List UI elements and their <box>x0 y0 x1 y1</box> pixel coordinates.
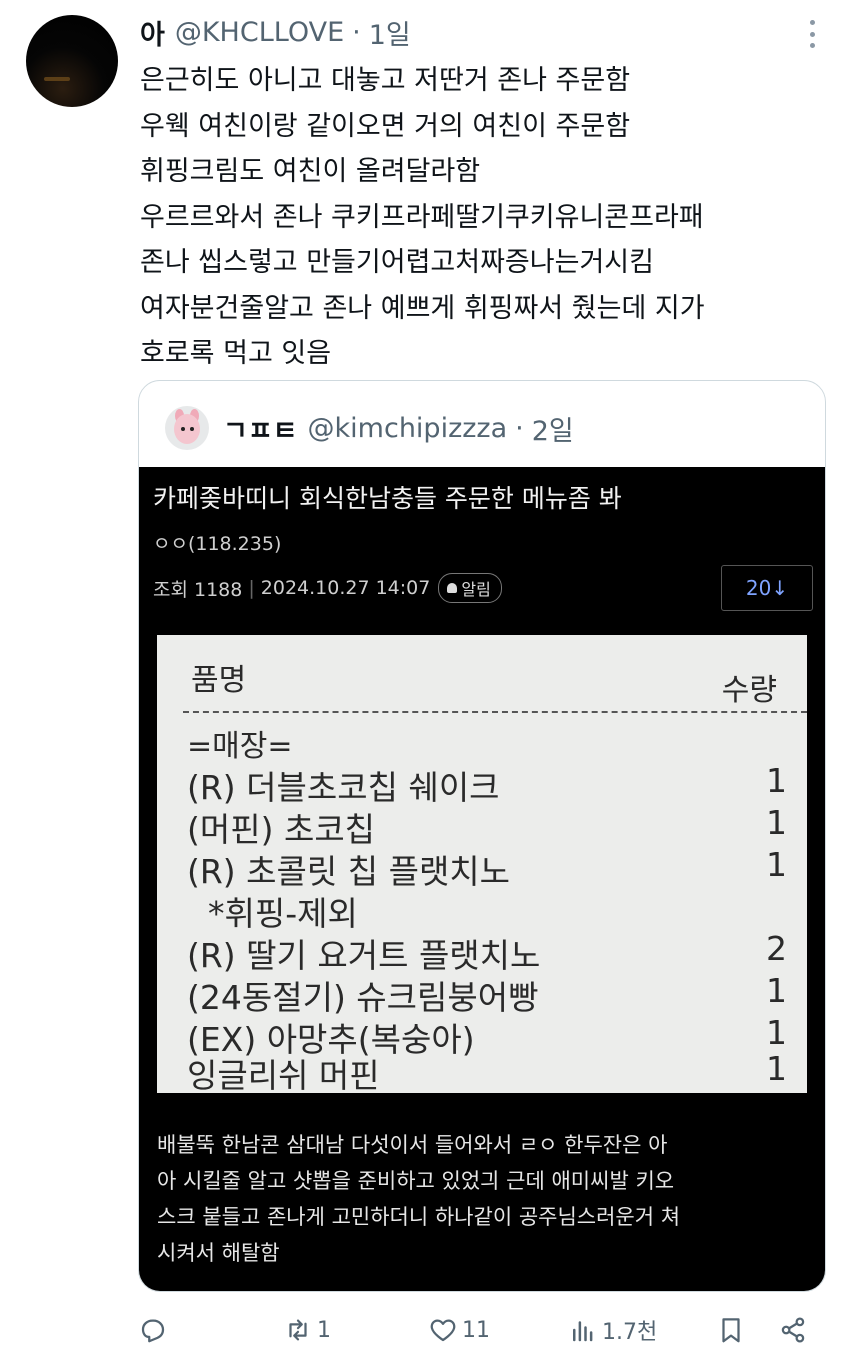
tweet-line: 우웩 여친이랑 같이오면 거의 여친이 주문함 <box>140 110 631 142</box>
quoted-display-name: ㄱㅍㅌ <box>223 415 298 447</box>
receipt-item-header: 품명 <box>191 663 247 698</box>
like-button[interactable]: 11 <box>428 1308 490 1352</box>
post-author: ㅇㅇ(118.235) <box>153 533 282 555</box>
tweet-line: 존나 씹스렇고 만들기어렵고처짜증나는거시킴 <box>140 247 654 278</box>
post-alarm-badge: 알림 <box>438 573 502 603</box>
views-count: 1.7천 <box>602 1320 658 1345</box>
post-comments-button: 20↓ <box>721 565 813 611</box>
receipt-qty: 1 <box>766 1013 787 1052</box>
tweet-line: 은근히도 아니고 대놓고 저딴거 존나 주문함 <box>140 65 631 96</box>
receipt-item: (R) 더블초코칩 쉐이크 <box>187 768 500 807</box>
quoted-tweet-header: ㄱㅍㅌ @kimchipizzza · 2일 <box>165 403 574 453</box>
more-options-icon[interactable] <box>808 20 816 48</box>
quoted-tweet-time: 2일 <box>531 415 574 447</box>
views-icon <box>573 1321 593 1342</box>
receipt-row: (24동절기) 슈크림붕어빵 1 <box>187 971 787 1017</box>
receipt-item: (머핀) 초코칩 <box>187 810 376 849</box>
post-body-line: 아 시킬줄 알고 샷뽑을 준비하고 있었긔 근데 애미씨발 키오 <box>157 1169 675 1193</box>
receipt-divider <box>183 711 807 713</box>
heart-icon <box>430 1319 456 1342</box>
receipt-qty: 1 <box>766 971 787 1010</box>
bookmark-button[interactable] <box>716 1308 746 1352</box>
post-title: 카페좆바띠니 회식한남충들 주문한 메뉴좀 봐 <box>153 484 622 513</box>
receipt-qty: 2 <box>766 929 787 968</box>
tweet-actions: 1 11 1.7천 <box>138 1308 818 1352</box>
header-separator: · <box>352 16 361 48</box>
post-body-line: 배불뚝 한남콘 삼대남 다섯이서 들어와서 ㄹㅇ 한두잔은 아 <box>157 1133 668 1157</box>
tweet-text: 은근히도 아니고 대놓고 저딴거 존나 주문함 우웩 여친이랑 같이오면 거의 … <box>140 58 830 377</box>
tweet-line: 우르르와서 존나 쿠키프라페딸기쿠키유니콘프라패 <box>140 201 704 233</box>
receipt-row: *휘핑-제외 <box>187 887 787 933</box>
receipt-qty: 1 <box>766 803 787 842</box>
bell-icon <box>447 583 458 593</box>
receipt-item: *휘핑-제외 <box>187 894 358 933</box>
receipt-qty: 1 <box>766 761 787 800</box>
share-icon <box>781 1317 805 1343</box>
receipt-qty: 1 <box>766 845 787 884</box>
retweet-button[interactable]: 1 <box>283 1308 331 1352</box>
quoted-user-avatar <box>165 406 209 450</box>
quoted-tweet-image[interactable]: 카페좆바띠니 회식한남충들 주문한 메뉴좀 봐 ㅇㅇ(118.235) 조회 1… <box>139 467 825 1291</box>
receipt-qty-header: 수량 <box>721 673 777 708</box>
post-meta-separator: | <box>248 577 255 599</box>
receipt-item: (R) 딸기 요거트 플랫치노 <box>187 936 541 975</box>
avatar-image-detail <box>44 77 70 81</box>
post-body-line: 스크 붙들고 존나게 고민하더니 하나같이 공주님스러운거 쳐 <box>157 1205 681 1229</box>
retweet-icon <box>289 1319 307 1341</box>
receipt-row: 잉글리쉬 머핀 1 <box>187 1049 787 1095</box>
tweet-line: 여자분건줄알고 존나 예쁘게 휘핑짜서 줬는데 지가 <box>140 292 705 324</box>
tweet-line: 휘핑크림도 여친이 올려달라함 <box>140 156 481 187</box>
receipt-row: (R) 딸기 요거트 플랫치노 2 <box>187 929 787 975</box>
share-button[interactable] <box>778 1308 808 1352</box>
reply-icon <box>141 1319 165 1343</box>
receipt-item: 잉글리쉬 머핀 <box>187 1056 380 1095</box>
views-button[interactable]: 1.7천 <box>568 1308 657 1352</box>
post-meta: 조회 1188 | 2024.10.27 14:07 알림 <box>153 573 502 603</box>
like-count: 11 <box>462 1317 490 1343</box>
post-body-line: 시켜서 해탈함 <box>157 1241 280 1265</box>
receipt-item: (24동절기) 슈크림붕어빵 <box>187 978 539 1017</box>
tweet-header: 아 @KHCLLOVE · 1일 <box>140 13 411 52</box>
quoted-user-handle: @kimchipizzza <box>307 412 508 444</box>
receipt-section: =매장= <box>187 729 293 764</box>
post-body: 배불뚝 한남콘 삼대남 다섯이서 들어와서 ㄹㅇ 한두잔은 아 아 시킬줄 알고… <box>157 1127 807 1271</box>
bookmark-icon <box>722 1318 740 1343</box>
receipt-qty: 1 <box>766 1049 787 1088</box>
receipt-row: (R) 초콜릿 칩 플랫치노 1 <box>187 845 787 891</box>
receipt-row: (머핀) 초코칩 1 <box>187 803 787 849</box>
retweet-count: 1 <box>317 1317 331 1343</box>
post-datetime: 2024.10.27 14:07 <box>260 577 431 599</box>
receipt-item: (R) 초콜릿 칩 플랫치노 <box>187 852 511 891</box>
tweet-line: 호로록 먹고 잇음 <box>140 338 332 369</box>
receipt-row: (EX) 아망추(복숭아) 1 <box>187 1013 787 1059</box>
receipt-row: (R) 더블초코칩 쉐이크 1 <box>187 761 787 807</box>
post-views: 조회 1188 <box>153 578 243 601</box>
display-name[interactable]: 아 <box>140 13 165 52</box>
post-alarm-label: 알림 <box>461 580 491 599</box>
user-handle[interactable]: @KHCLLOVE <box>175 17 344 48</box>
receipt-photo: 품명 수량 =매장= (R) 더블초코칩 쉐이크 1 (머핀) 초코칩 1 (R) … <box>157 635 807 1095</box>
tweet-time[interactable]: 1일 <box>369 13 411 52</box>
quoted-tweet[interactable]: ㄱㅍㅌ @kimchipizzza · 2일 카페좆바띠니 회식한남충들 주문한… <box>138 380 826 1292</box>
reply-button[interactable] <box>138 1308 172 1352</box>
quoted-header-separator: · <box>515 412 524 444</box>
user-avatar[interactable] <box>26 15 118 107</box>
